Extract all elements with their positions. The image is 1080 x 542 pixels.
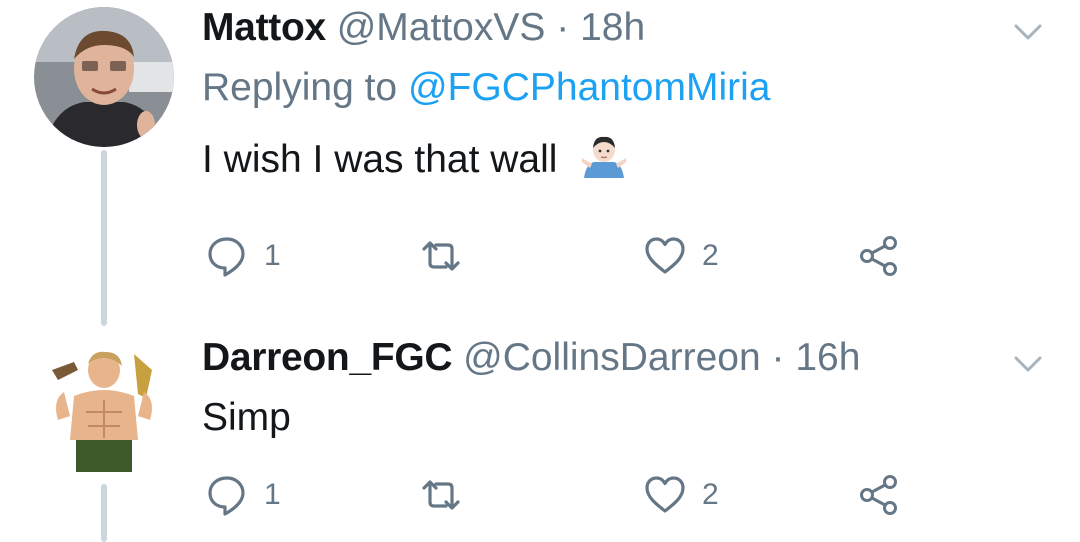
thread-line	[101, 150, 107, 326]
avatar[interactable]	[34, 340, 174, 480]
tweet-actions: 1 2	[202, 470, 1080, 520]
share-button[interactable]	[856, 470, 902, 520]
share-icon	[860, 475, 897, 515]
tweet-text-content: Simp	[202, 396, 291, 439]
user-handle[interactable]: @MattoxVS	[337, 6, 546, 49]
share-button[interactable]	[856, 231, 902, 281]
retweet-button[interactable]	[418, 470, 478, 520]
heart-icon	[645, 476, 685, 513]
retweet-icon	[422, 241, 460, 271]
like-button[interactable]: 2	[642, 470, 719, 520]
replying-to: Replying to @FGCPhantomMiria	[202, 64, 770, 112]
tweet[interactable]: Mattox @MattoxVS · 18h Replying to @FGCP…	[202, 0, 1080, 330]
man-shrugging-emoji	[580, 132, 628, 180]
like-count: 2	[702, 239, 719, 272]
display-name[interactable]: Darreon_FGC	[202, 336, 453, 379]
reply-count: 1	[264, 478, 281, 511]
like-button[interactable]: 2	[642, 231, 719, 281]
avatar[interactable]	[34, 7, 174, 147]
chevron-down-icon[interactable]	[1006, 342, 1050, 386]
reply-button[interactable]: 1	[204, 470, 281, 520]
profile-photo	[34, 340, 174, 480]
tweet-header: Mattox @MattoxVS · 18h	[202, 4, 645, 52]
retweet-button[interactable]	[418, 231, 478, 281]
timestamp[interactable]: 16h	[795, 336, 860, 379]
display-name[interactable]: Mattox	[202, 6, 326, 49]
reply-icon	[208, 476, 245, 516]
user-handle[interactable]: @CollinsDarreon	[463, 336, 761, 379]
heart-icon	[645, 237, 685, 274]
replying-to-label: Replying to	[202, 66, 398, 109]
separator-dot: ·	[556, 6, 570, 49]
tweet-actions: 1 2	[202, 231, 1080, 281]
timestamp[interactable]: 18h	[580, 6, 645, 49]
thread-line	[101, 484, 107, 542]
chevron-down-icon[interactable]	[1006, 10, 1050, 54]
tweet-text-content: I wish I was that wall	[202, 138, 558, 181]
retweet-icon	[422, 480, 460, 510]
reply-button[interactable]: 1	[204, 231, 281, 281]
tweet-header: Darreon_FGC @CollinsDarreon · 16h	[202, 334, 860, 382]
tweet-text: I wish I was that wall	[202, 132, 628, 184]
separator-dot: ·	[771, 336, 785, 379]
like-count: 2	[702, 478, 719, 511]
share-icon	[860, 236, 897, 276]
tweet-text: Simp	[202, 394, 291, 442]
reply-count: 1	[264, 239, 281, 272]
tweet[interactable]: Darreon_FGC @CollinsDarreon · 16h Simp 1	[202, 330, 1080, 542]
profile-photo	[34, 7, 174, 147]
reply-icon	[208, 237, 245, 277]
mention-link[interactable]: @FGCPhantomMiria	[408, 66, 771, 109]
